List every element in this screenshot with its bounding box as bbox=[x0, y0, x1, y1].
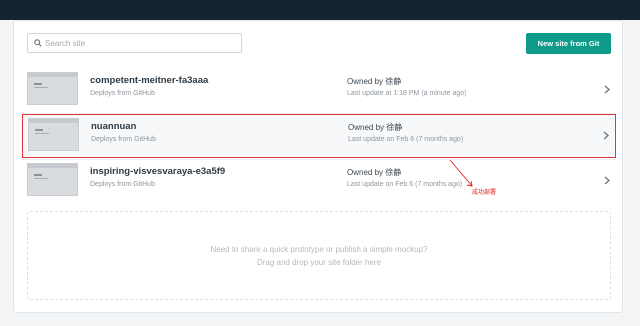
site-name[interactable]: competent-meitner-fa3aaa bbox=[90, 75, 208, 86]
site-row-nuannuan[interactable]: nuannuan Deploys from GitHub Owned by 徐静… bbox=[22, 114, 616, 158]
last-update: Last update on Feb 6 (7 months ago) bbox=[347, 181, 463, 188]
dropzone-instruction: Drag and drop your site folder here bbox=[256, 258, 382, 267]
site-row-inspiring-visvesvaraya[interactable]: inspiring-visvesvaraya-e3a5f9 Deploys fr… bbox=[22, 160, 616, 204]
new-site-from-git-button[interactable]: New site from Git bbox=[526, 33, 611, 54]
sites-panel: New site from Git competent-meitner-fa3a… bbox=[13, 20, 623, 313]
annotation-label: 成功部署 bbox=[472, 190, 497, 196]
chevron-right-icon[interactable] bbox=[603, 131, 609, 140]
site-thumbnail bbox=[27, 72, 78, 105]
site-name[interactable]: inspiring-visvesvaraya-e3a5f9 bbox=[90, 166, 225, 177]
deploy-source: Deploys from GitHub bbox=[90, 90, 155, 97]
site-thumbnail bbox=[27, 163, 78, 196]
last-update: Last update at 1:18 PM (a minute ago) bbox=[347, 90, 467, 97]
search-box[interactable] bbox=[27, 33, 242, 53]
site-owner: Owned by 徐静 bbox=[348, 123, 403, 132]
chevron-right-icon[interactable] bbox=[604, 85, 610, 94]
site-owner: Owned by 徐静 bbox=[347, 168, 402, 177]
site-name[interactable]: nuannuan bbox=[91, 121, 136, 132]
chevron-right-icon[interactable] bbox=[604, 176, 610, 185]
search-input[interactable] bbox=[45, 36, 235, 50]
top-navigation-bar bbox=[0, 0, 640, 20]
deploy-source: Deploys from GitHub bbox=[91, 136, 156, 143]
site-owner: Owned by 徐静 bbox=[347, 77, 402, 86]
search-icon bbox=[34, 39, 42, 47]
site-row-competent-meitner[interactable]: competent-meitner-fa3aaa Deploys from Gi… bbox=[22, 69, 616, 113]
drop-zone[interactable]: Need to share a quick prototype or publi… bbox=[27, 211, 611, 300]
dropzone-prompt: Need to share a quick prototype or publi… bbox=[210, 245, 428, 254]
deploy-source: Deploys from GitHub bbox=[90, 181, 155, 188]
site-thumbnail bbox=[28, 118, 79, 151]
annotation-arrow-icon bbox=[449, 159, 473, 187]
last-update: Last update on Feb 6 (7 months ago) bbox=[348, 136, 464, 143]
